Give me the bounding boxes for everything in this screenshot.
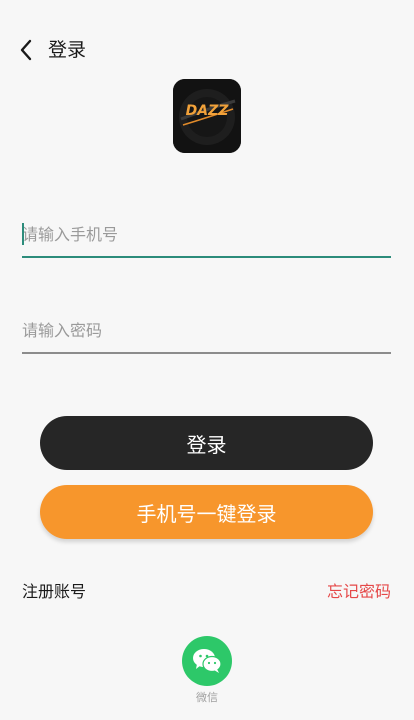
- app-logo: DAZZ: [173, 79, 241, 153]
- text-caret: [22, 223, 24, 245]
- page-title: 登录: [48, 39, 87, 61]
- register-link[interactable]: 注册账号: [22, 578, 86, 602]
- chevron-left-icon: [20, 39, 32, 61]
- phone-field[interactable]: [22, 214, 391, 258]
- quick-login-button[interactable]: 手机号一键登录: [40, 485, 373, 539]
- login-button[interactable]: 登录: [40, 416, 373, 470]
- password-input[interactable]: [22, 310, 391, 350]
- wechat-label: 微信: [196, 691, 218, 704]
- password-underline: [22, 352, 391, 354]
- password-field[interactable]: [22, 310, 391, 354]
- back-button[interactable]: [12, 34, 40, 66]
- wechat-button[interactable]: [182, 636, 232, 686]
- wechat-icon: [193, 649, 222, 673]
- forgot-password-link[interactable]: 忘记密码: [327, 578, 391, 602]
- login-screen: 登录 DAZZ 登录 手机号一键登录 注册账号 忘记密码: [0, 0, 414, 720]
- phone-underline: [22, 256, 391, 258]
- logo-text: DAZZ: [186, 103, 230, 119]
- wechat-login[interactable]: 微信: [181, 636, 233, 705]
- phone-input[interactable]: [22, 214, 391, 254]
